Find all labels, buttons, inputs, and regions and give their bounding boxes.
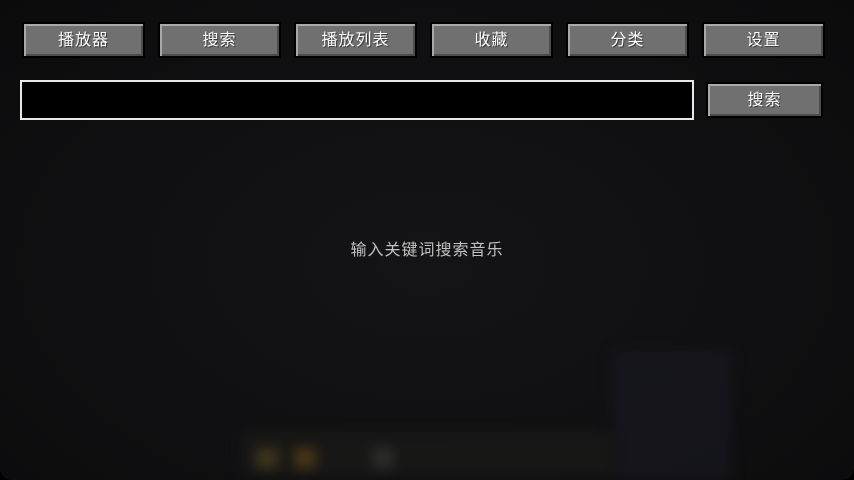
background-hotbar-slot [256, 448, 278, 468]
background-block [612, 350, 732, 480]
background-hotbar-slot [294, 448, 316, 468]
tab-settings[interactable]: 设置 [702, 22, 825, 58]
music-search-window: 播放器 搜索 播放列表 收藏 分类 设置 搜索 输入关键词搜索音乐 [0, 0, 854, 480]
tab-categories[interactable]: 分类 [566, 22, 689, 58]
tab-search[interactable]: 搜索 [158, 22, 281, 58]
search-hint-text: 输入关键词搜索音乐 [350, 240, 504, 259]
tab-favorites[interactable]: 收藏 [430, 22, 553, 58]
background-hotbar-slot [372, 448, 394, 468]
search-button[interactable]: 搜索 [706, 82, 823, 118]
tab-playlist[interactable]: 播放列表 [294, 22, 417, 58]
search-input[interactable] [20, 80, 694, 120]
tab-player[interactable]: 播放器 [22, 22, 145, 58]
